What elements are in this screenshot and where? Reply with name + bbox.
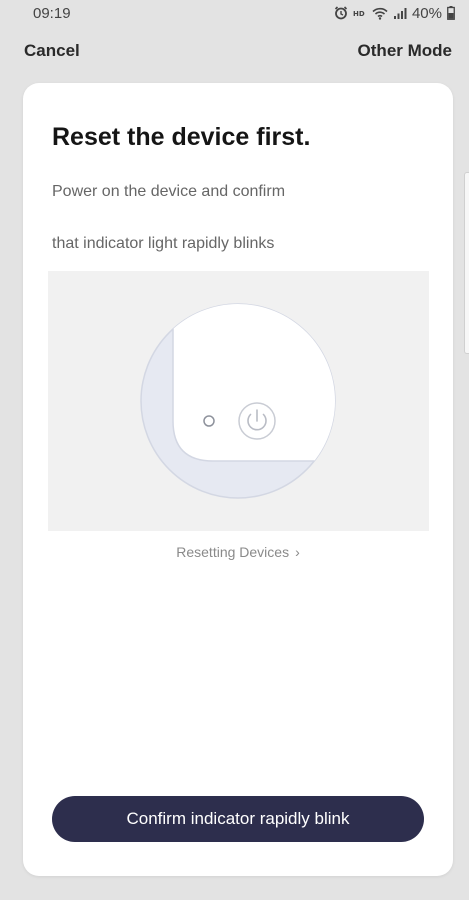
hd-icon: HD: [353, 10, 365, 18]
resetting-devices-label: Resetting Devices: [176, 544, 290, 560]
wifi-icon: [372, 7, 388, 20]
alarm-icon: [334, 6, 348, 20]
nav-bar: Cancel Other Mode: [0, 34, 469, 68]
status-bar: 09:19 HD 40%: [0, 0, 469, 26]
power-button-icon: [238, 402, 276, 440]
status-icons: HD 40%: [334, 5, 455, 22]
cancel-button[interactable]: Cancel: [24, 41, 80, 61]
reset-card: Reset the device first. Power on the dev…: [23, 83, 453, 876]
page-title: Reset the device first.: [52, 123, 311, 151]
chevron-right-icon: ›: [295, 544, 300, 560]
resetting-devices-link[interactable]: Resetting Devices ›: [23, 544, 453, 560]
svg-text:HD: HD: [353, 10, 365, 18]
other-mode-button[interactable]: Other Mode: [358, 41, 452, 61]
device-illustration-graphic: [140, 303, 336, 499]
confirm-blink-button[interactable]: Confirm indicator rapidly blink: [52, 796, 424, 842]
battery-icon: [447, 6, 455, 20]
indicator-light-icon: [203, 415, 215, 427]
description-line-1: Power on the device and confirm: [52, 183, 286, 200]
battery-percent: 40%: [411, 4, 442, 22]
signal-icon: [393, 7, 407, 19]
description-line-2: that indicator light rapidly blinks: [52, 235, 275, 252]
device-illustration: [48, 271, 429, 531]
edge-panel-handle[interactable]: [464, 172, 469, 354]
status-time: 09:19: [33, 4, 71, 22]
